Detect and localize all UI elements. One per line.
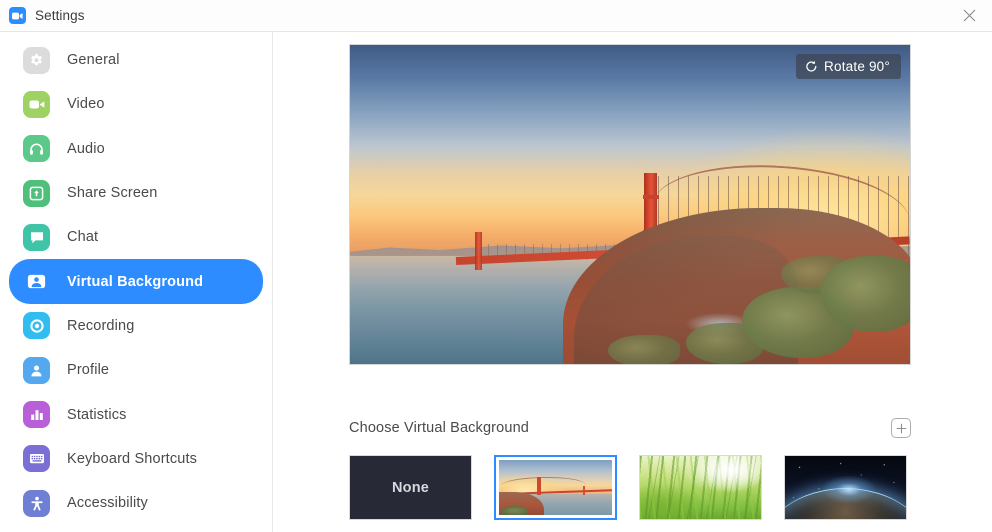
bar-chart-icon [23, 401, 50, 429]
sidebar-item-label: Statistics [67, 406, 127, 423]
thumbnail-golden-gate-bridge[interactable] [494, 455, 617, 520]
sidebar-item-label: Chat [67, 229, 99, 246]
sidebar-item-chat[interactable]: Chat [9, 215, 263, 259]
virtual-background-thumbnail-list: None [349, 455, 911, 520]
keyboard-icon [23, 445, 50, 473]
sidebar-item-label: Virtual Background [67, 273, 204, 290]
virtual-background-preview: Rotate 90° [349, 44, 911, 365]
sidebar-item-accessibility[interactable]: Accessibility [9, 481, 263, 525]
sidebar-item-label: Share Screen [67, 185, 158, 202]
sidebar-item-label: Audio [67, 140, 105, 157]
sidebar-item-label: General [67, 52, 120, 69]
headphones-icon [23, 135, 50, 163]
rotate-90-button[interactable]: Rotate 90° [796, 54, 901, 79]
sidebar-item-label: Accessibility [67, 495, 148, 512]
person-icon [23, 356, 50, 384]
thumbnail-none[interactable]: None [349, 455, 472, 520]
choose-virtual-background-header: Choose Virtual Background [349, 418, 911, 438]
person-card-icon [23, 268, 50, 295]
share-screen-icon [23, 179, 50, 207]
sidebar-item-label: Recording [67, 317, 135, 334]
sidebar-item-label: Keyboard Shortcuts [67, 450, 198, 467]
thumbnail-none-label: None [391, 479, 430, 496]
window-title: Settings [35, 8, 85, 23]
sidebar-item-label: Profile [67, 362, 110, 379]
sidebar-item-virtual-background[interactable]: Virtual Background [9, 259, 263, 304]
close-icon[interactable] [946, 0, 992, 31]
sidebar-item-keyboard-shortcuts[interactable]: Keyboard Shortcuts [9, 437, 263, 481]
sidebar-item-profile[interactable]: Profile [9, 348, 263, 392]
zoom-video-logo-icon [9, 7, 26, 24]
sidebar-item-general[interactable]: General [9, 38, 263, 82]
sidebar-item-video[interactable]: Video [9, 82, 263, 126]
rotate-90-label: Rotate 90° [824, 59, 890, 74]
sidebar-item-audio[interactable]: Audio [9, 127, 263, 171]
gear-icon [23, 46, 50, 74]
thumbnail-grass[interactable] [639, 455, 762, 520]
settings-sidebar: General Video Audio Share Screen Chat Vi… [0, 32, 273, 532]
sidebar-item-statistics[interactable]: Statistics [9, 392, 263, 436]
sidebar-item-label: Video [67, 96, 105, 113]
sidebar-item-share-screen[interactable]: Share Screen [9, 171, 263, 215]
thumbnail-earth-from-space[interactable] [784, 455, 907, 520]
sidebar-item-recording[interactable]: Recording [9, 304, 263, 348]
add-background-button[interactable] [891, 418, 911, 438]
record-circle-icon [23, 312, 50, 340]
chat-bubble-icon [23, 223, 50, 251]
plus-icon [896, 423, 906, 433]
virtual-background-panel: Rotate 90° Choose Virtual Background Non… [273, 32, 992, 532]
preview-image-golden-gate [350, 45, 910, 364]
accessibility-icon [23, 489, 50, 517]
video-camera-icon [23, 90, 50, 118]
choose-virtual-background-title: Choose Virtual Background [349, 420, 530, 436]
settings-body: General Video Audio Share Screen Chat Vi… [0, 32, 992, 532]
window-title-bar: Settings [0, 0, 992, 32]
rotate-counterclockwise-icon [806, 60, 817, 72]
